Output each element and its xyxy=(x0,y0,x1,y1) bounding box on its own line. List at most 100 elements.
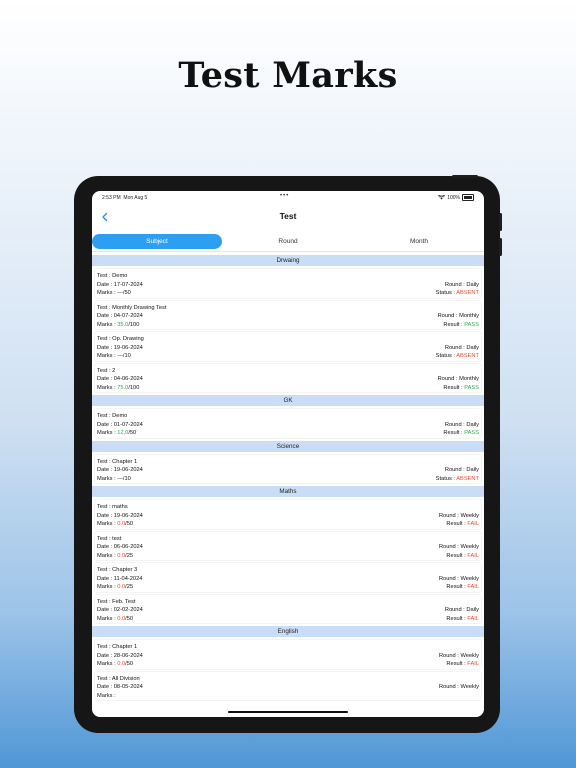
test-name: Test : Chapter 1 xyxy=(97,458,138,465)
test-marks: Marks : 12.0/50 xyxy=(97,430,136,436)
status-bar: 2:53 PM Mon Aug 5 ••• 100% xyxy=(92,191,484,204)
result-label: Result : xyxy=(446,661,468,667)
test-card[interactable]: Test : Feb. Test Date : 02-02-2024 Marks :… xyxy=(95,594,481,623)
multitasking-dots[interactable]: ••• xyxy=(280,193,289,199)
test-marks: Marks : 0.0/50 xyxy=(97,661,133,667)
test-round: Round : Daily xyxy=(444,281,479,288)
result-label: Result : xyxy=(446,615,468,622)
test-card[interactable]: Test : test Date : 06-06-2024 Marks : 0.0/… xyxy=(95,531,481,560)
home-indicator[interactable] xyxy=(228,711,348,713)
test-name: Test : Chapter 1 xyxy=(97,644,138,650)
marks-total: /50 xyxy=(125,521,134,527)
result-value: PASS xyxy=(464,384,479,391)
tab-subject[interactable]: Subject xyxy=(92,234,222,249)
marks-label: Marks : xyxy=(97,615,118,622)
marks-label: Marks : xyxy=(97,321,118,328)
tablet-volume-up-button xyxy=(499,213,502,231)
tablet-power-button xyxy=(452,175,478,178)
test-date: Date : 08-05-2024 xyxy=(97,684,143,690)
section-header: GK xyxy=(92,395,484,406)
result-label: Result : xyxy=(443,430,465,436)
marks-total: /10 xyxy=(122,475,131,482)
test-name: Test : test xyxy=(97,535,122,542)
marks-total: /25 xyxy=(125,552,134,559)
marks-label: Marks : xyxy=(97,692,116,699)
test-round: Round : Daily xyxy=(444,467,479,473)
result-value: FAIL xyxy=(467,661,479,667)
marks-total: /25 xyxy=(125,584,134,590)
marks-total: /50 xyxy=(122,290,131,296)
test-date: Date : 19-06-2024 xyxy=(97,512,143,519)
section-header: Drwaing xyxy=(92,255,484,266)
battery-icon xyxy=(462,194,474,201)
marks-value: 0.0 xyxy=(117,552,126,559)
test-name: Test : All Division xyxy=(97,675,140,682)
marks-value: 35.0 xyxy=(117,321,129,328)
test-date: Date : 04-07-2024 xyxy=(97,313,143,319)
test-result: Result : FAIL xyxy=(446,521,479,527)
section-header: Maths xyxy=(92,486,484,497)
test-card[interactable]: Test : 2 Date : 04-06-2024 Marks : 75.0/10… xyxy=(95,363,481,392)
tablet-volume-down-button xyxy=(499,238,502,256)
marks-label: Marks : xyxy=(97,353,118,359)
tab-month[interactable]: Month xyxy=(354,234,484,249)
marks-value: 0.0 xyxy=(117,584,126,590)
marks-label: Marks : xyxy=(97,584,118,590)
tab-round[interactable]: Round xyxy=(223,234,353,249)
marks-label: Marks : xyxy=(97,475,118,482)
page-headline: Test Marks xyxy=(178,55,398,96)
marks-total: /50 xyxy=(125,661,134,667)
test-result: Result : PASS xyxy=(443,430,479,436)
test-card[interactable]: Test : Chapter 1 Date : 19-06-2024 Marks :… xyxy=(95,454,481,483)
test-marks: Marks : 0.0/25 xyxy=(97,553,133,559)
result-label: Status : xyxy=(435,353,457,359)
nav-bar: Test xyxy=(92,205,484,231)
result-label: Result : xyxy=(443,384,465,391)
result-value: FAIL xyxy=(467,615,479,622)
test-round: Round : Weekly xyxy=(438,575,479,582)
test-card[interactable]: Test : Chapter 3 Date : 11-04-2024 Marks :… xyxy=(95,563,481,592)
marks-label: Marks : xyxy=(97,521,118,527)
marks-value: 75.0 xyxy=(117,384,129,391)
test-round: Round : Weekly xyxy=(438,652,479,659)
result-value: FAIL xyxy=(467,552,479,559)
test-result: Result : FAIL xyxy=(446,616,479,622)
tablet-screen: 2:53 PM Mon Aug 5 ••• 100% Test Subject … xyxy=(92,191,484,717)
marks-total: /50 xyxy=(125,615,134,622)
result-value: FAIL xyxy=(467,521,479,527)
marks-list[interactable]: Drwaing Test : Demo Date : 17-07-2024 Marks… xyxy=(92,255,484,717)
test-card[interactable]: Test : Demo Date : 17-07-2024 Marks : ---/… xyxy=(95,269,481,298)
test-card[interactable]: Test : Op. Drawing Date : 19-06-2024 Marks… xyxy=(95,332,481,361)
test-card[interactable]: Test : All Division Date : 08-05-2024 Mark… xyxy=(95,671,481,700)
test-name: Test : Demo xyxy=(97,273,128,279)
test-marks: Marks : ---/10 xyxy=(97,353,131,359)
test-date: Date : 17-07-2024 xyxy=(97,281,143,288)
test-marks: Marks : ---/50 xyxy=(97,290,131,296)
marks-value: 0.0 xyxy=(117,661,126,667)
test-round: Round : Daily xyxy=(444,344,479,351)
test-marks: Marks : xyxy=(97,693,116,699)
marks-total: /10 xyxy=(122,353,131,359)
test-card[interactable]: Test : Demo Date : 01-07-2024 Marks : 12.0… xyxy=(95,409,481,438)
test-round: Round : Monthly xyxy=(437,376,479,382)
test-result: Result : FAIL xyxy=(446,661,479,667)
test-marks: Marks : ---/10 xyxy=(97,476,131,482)
result-value: ABSENT xyxy=(456,353,479,359)
marks-label: Marks : xyxy=(97,552,118,559)
result-label: Status : xyxy=(435,290,457,296)
test-round: Round : Monthly xyxy=(437,313,479,319)
result-value: PASS xyxy=(464,430,479,436)
test-marks: Marks : 0.0/25 xyxy=(97,584,133,590)
test-marks: Marks : 0.0/50 xyxy=(97,616,133,622)
test-card[interactable]: Test : Monthly Drawing Test Date : 04-07-… xyxy=(95,300,481,329)
result-label: Result : xyxy=(446,584,468,590)
status-time: 2:53 PM xyxy=(102,195,121,201)
test-date: Date : 19-06-2024 xyxy=(97,467,143,473)
marks-label: Marks : xyxy=(97,290,118,296)
test-card[interactable]: Test : Chapter 1 Date : 28-06-2024 Marks :… xyxy=(95,640,481,669)
test-result: Status : ABSENT xyxy=(436,290,479,296)
test-card[interactable]: Test : maths Date : 19-06-2024 Marks : 0.0… xyxy=(95,500,481,529)
section-header: Science xyxy=(92,440,484,452)
marks-label: Marks : xyxy=(97,384,118,391)
result-label: Result : xyxy=(443,321,465,328)
